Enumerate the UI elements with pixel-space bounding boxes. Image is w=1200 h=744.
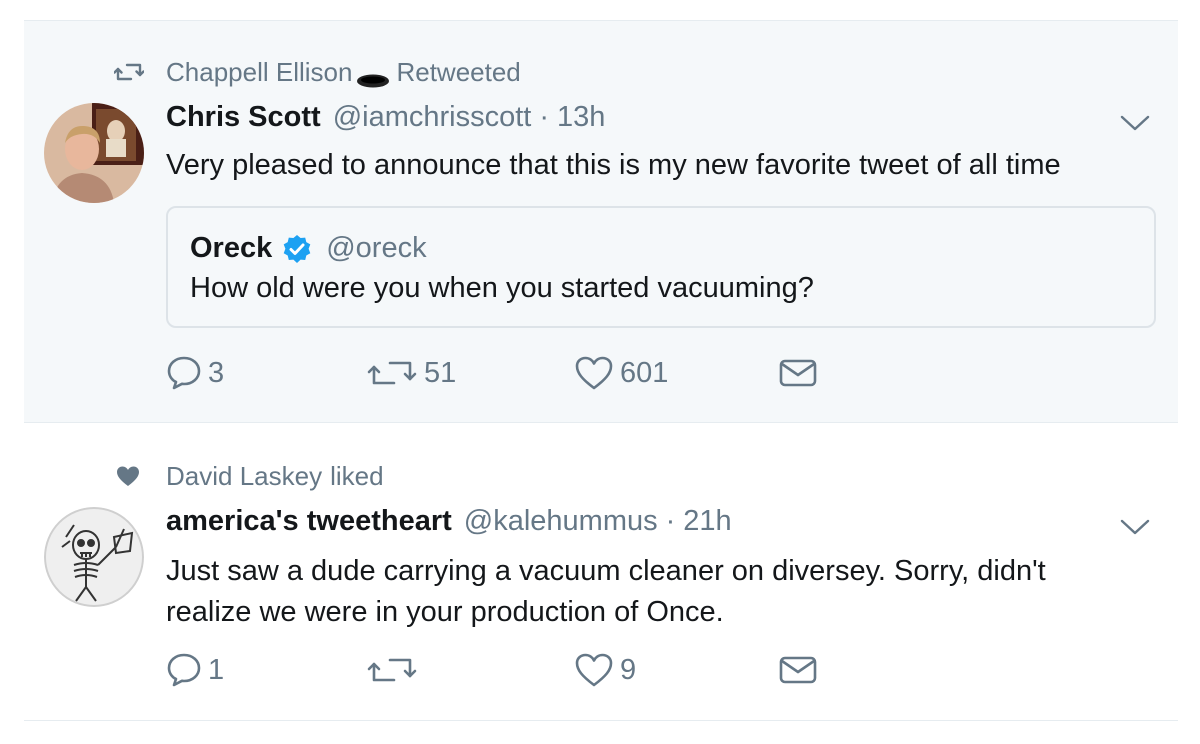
reply-button[interactable]: 1 bbox=[166, 650, 224, 690]
social-context: Chappell Ellison Retweeted bbox=[114, 57, 521, 88]
reply-button[interactable]: 3 bbox=[166, 353, 224, 393]
tweet[interactable]: David Laskey liked america's tweetheart … bbox=[24, 423, 1178, 721]
author-name[interactable]: Chris Scott bbox=[166, 101, 321, 134]
context-action: Retweeted bbox=[396, 57, 521, 87]
hole-emoji bbox=[356, 65, 390, 87]
like-button[interactable]: 601 bbox=[574, 353, 668, 393]
quoted-author-name: Oreck bbox=[190, 232, 273, 264]
reply-icon bbox=[167, 356, 201, 390]
reply-count: 3 bbox=[208, 356, 225, 389]
retweet-icon bbox=[367, 361, 417, 385]
retweet-button[interactable] bbox=[366, 650, 424, 690]
tweet-text-line: Just saw a dude carrying a vacuum cleane… bbox=[166, 555, 1046, 587]
reply-icon bbox=[167, 653, 201, 687]
direct-message-button[interactable] bbox=[778, 650, 818, 690]
timestamp[interactable]: 13h bbox=[557, 101, 605, 134]
reply-count: 1 bbox=[208, 653, 225, 686]
tweet-text: Just saw a dude carrying a vacuum cleane… bbox=[166, 551, 1146, 633]
retweet-count: 51 bbox=[424, 356, 457, 389]
avatar[interactable] bbox=[44, 103, 144, 203]
social-context: David Laskey liked bbox=[114, 461, 384, 492]
heart-icon bbox=[575, 653, 613, 687]
direct-message-button[interactable] bbox=[778, 353, 818, 393]
heart-icon bbox=[575, 356, 613, 390]
quoted-tweet-header: Oreck @oreck bbox=[190, 232, 427, 265]
quoted-author-handle: @oreck bbox=[326, 232, 427, 264]
author-handle[interactable]: @iamchrisscott bbox=[333, 101, 532, 134]
envelope-icon bbox=[779, 656, 817, 684]
envelope-icon bbox=[779, 359, 817, 387]
retweet-icon bbox=[367, 658, 417, 682]
author-name[interactable]: america's tweetheart bbox=[166, 505, 452, 538]
context-action: liked bbox=[330, 461, 384, 491]
retweet-icon bbox=[110, 57, 148, 87]
like-count: 9 bbox=[620, 653, 637, 686]
author-handle[interactable]: @kalehummus bbox=[464, 505, 658, 538]
quoted-tweet[interactable]: Oreck @oreck How old were you when you s… bbox=[166, 206, 1156, 328]
tweet-text: Very pleased to announce that this is my… bbox=[166, 149, 1061, 181]
like-count: 601 bbox=[620, 356, 669, 389]
timestamp[interactable]: 21h bbox=[683, 505, 731, 538]
separator-dot: · bbox=[665, 505, 676, 537]
quoted-tweet-text: How old were you when you started vacuum… bbox=[190, 272, 814, 304]
tweet-text-line: realize we were in your production of On… bbox=[166, 596, 724, 628]
heart-filled-icon bbox=[113, 461, 143, 491]
retweet-button[interactable]: 51 bbox=[366, 353, 456, 393]
avatar[interactable] bbox=[44, 507, 144, 607]
tweet-actions: 3 51 601 bbox=[166, 353, 866, 393]
tweet-header: america's tweetheart @kalehummus · 21h bbox=[166, 505, 732, 538]
tweet[interactable]: Chappell Ellison Retweeted Chris Scott @… bbox=[24, 20, 1178, 423]
context-actor[interactable]: Chappell Ellison bbox=[166, 57, 352, 88]
tweet-header: Chris Scott @iamchrisscott · 13h bbox=[166, 101, 605, 134]
timeline-feed: Chappell Ellison Retweeted Chris Scott @… bbox=[24, 20, 1178, 721]
separator-dot: · bbox=[539, 101, 549, 133]
chevron-down-icon[interactable] bbox=[1120, 113, 1150, 133]
tweet-actions: 1 9 bbox=[166, 650, 866, 690]
verified-badge-icon bbox=[283, 234, 311, 263]
chevron-down-icon[interactable] bbox=[1120, 517, 1150, 537]
context-actor[interactable]: David Laskey bbox=[166, 461, 322, 492]
like-button[interactable]: 9 bbox=[574, 650, 636, 690]
